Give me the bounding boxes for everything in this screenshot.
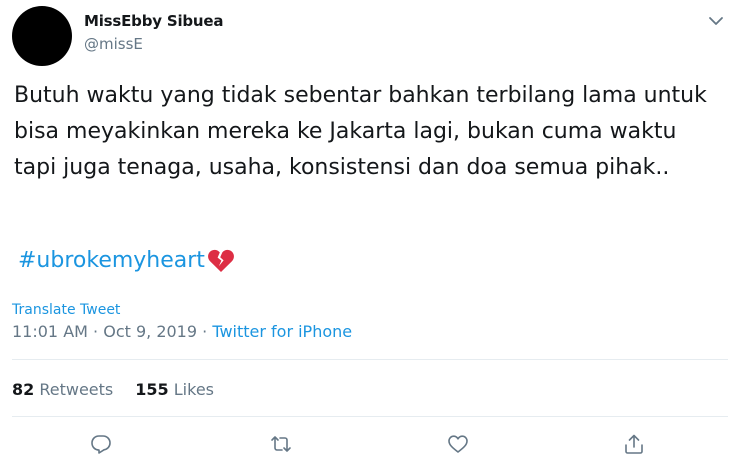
action-bar: [0, 433, 740, 463]
separator: ·: [87, 322, 104, 341]
like-icon: [447, 433, 469, 459]
hashtag-link[interactable]: #ubrokemyheart: [18, 246, 205, 276]
likes-stat[interactable]: 155 Likes: [135, 379, 214, 401]
share-button[interactable]: [621, 433, 647, 459]
chevron-down-icon[interactable]: [706, 11, 726, 31]
avatar[interactable]: [12, 6, 72, 66]
retweets-stat[interactable]: 82 Retweets: [12, 379, 113, 401]
divider: [12, 416, 728, 417]
tweet-metadata: 11:01 AM · Oct 9, 2019 · Twitter for iPh…: [12, 321, 352, 343]
likes-label: Likes: [173, 380, 214, 399]
share-icon: [623, 433, 645, 459]
tweet-text: Butuh waktu yang tidak sebentar bahkan t…: [14, 83, 707, 180]
tweet-time[interactable]: 11:01 AM: [12, 322, 88, 341]
retweet-icon: [270, 433, 292, 459]
retweet-button[interactable]: [268, 433, 294, 459]
source-link[interactable]: Twitter for iPhone: [212, 322, 352, 341]
broken-heart-icon: [207, 248, 235, 274]
reply-button[interactable]: [88, 433, 114, 459]
translate-tweet-link[interactable]: Translate Tweet: [12, 302, 120, 318]
hashtag-line: #ubrokemyheart: [18, 246, 235, 276]
tweet-date[interactable]: Oct 9, 2019: [103, 322, 197, 341]
retweets-label: Retweets: [39, 380, 114, 399]
tweet-card: MissEbby Sibuea @missE Butuh waktu yang …: [0, 0, 740, 472]
engagement-stats: 82 Retweets 155 Likes: [12, 379, 214, 401]
retweets-count: 82: [12, 380, 35, 399]
separator: ·: [197, 322, 213, 341]
display-name[interactable]: MissEbby Sibuea: [84, 12, 224, 30]
like-button[interactable]: [445, 433, 471, 459]
reply-icon: [90, 433, 112, 459]
user-handle[interactable]: @missE: [84, 35, 143, 53]
likes-count: 155: [135, 380, 169, 399]
divider: [12, 359, 728, 360]
